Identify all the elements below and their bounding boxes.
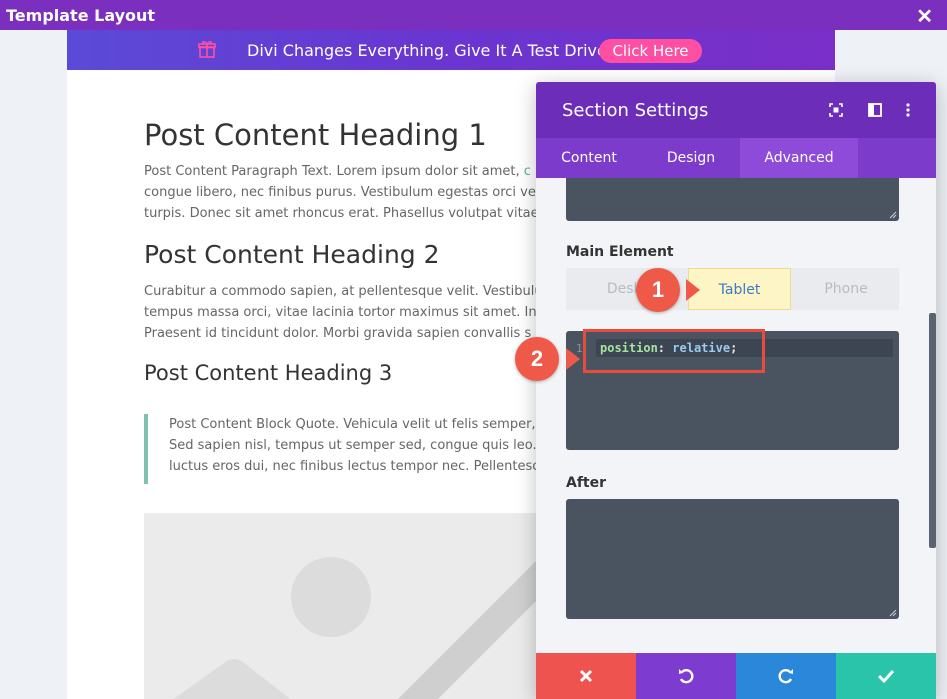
window-title-bar: Template Layout ✕ [0, 0, 947, 30]
cancel-button[interactable] [536, 653, 636, 699]
more-vertical-icon[interactable] [898, 100, 918, 120]
device-tab-tablet[interactable]: Tablet [688, 268, 791, 310]
fullscreen-icon[interactable] [826, 100, 846, 120]
close-icon[interactable]: ✕ [916, 4, 933, 29]
tab-advanced[interactable]: Advanced [740, 138, 858, 178]
device-tab-phone[interactable]: Phone [793, 268, 899, 310]
promo-text: Divi Changes Everything. Give It A Test … [247, 41, 614, 60]
quote-line: luctus eros dui, nec finibus lectus temp… [169, 459, 540, 474]
callout-badge-1: 1 [636, 268, 680, 312]
quote-text: Post Content Block Quote. Vehicula velit… [169, 414, 539, 477]
redo-icon [778, 669, 793, 684]
after-label: After [566, 475, 607, 491]
paragraph-link[interactable]: c [524, 164, 531, 179]
promo-cta-button[interactable]: Click Here [599, 39, 702, 63]
check-icon [877, 669, 895, 684]
post-heading-3: Post Content Heading 3 [144, 361, 393, 385]
quote-line: Post Content Block Quote. Vehicula velit… [169, 417, 536, 432]
close-icon [579, 669, 593, 683]
promo-bar: Divi Changes Everything. Give It A Test … [67, 30, 835, 70]
code-highlight-box [583, 329, 765, 373]
redo-button[interactable] [736, 653, 836, 699]
window-title: Template Layout [6, 5, 156, 25]
quote-line: Sed sapien nisl, tempus ut semper sed, c… [169, 438, 537, 453]
after-code-editor[interactable] [566, 499, 899, 619]
tab-content[interactable]: Content [536, 138, 642, 178]
panel-tabs: Content Design Advanced [536, 138, 936, 178]
main-element-label: Main Element [566, 244, 674, 260]
save-button[interactable] [836, 653, 936, 699]
undo-icon [679, 669, 694, 684]
post-paragraph-2: Curabitur a commodo sapien, at pellentes… [144, 281, 543, 344]
post-paragraph-1: Post Content Paragraph Text. Lorem ipsum… [144, 161, 539, 224]
callout-arrow [566, 348, 580, 370]
panel-title: Section Settings [562, 100, 709, 121]
scrollbar[interactable] [929, 313, 936, 548]
panel-footer [536, 653, 936, 699]
resize-handle-icon[interactable] [889, 211, 897, 219]
paragraph-line: congue libero, nec finibus purus. Vestib… [144, 185, 540, 200]
callout-arrow [686, 279, 700, 301]
paragraph-line: Curabitur a commodo sapien, at pellentes… [144, 284, 543, 299]
resize-handle-icon[interactable] [889, 609, 897, 617]
section-settings-panel: Section Settings Content Design Advanced… [536, 82, 936, 699]
paragraph-line: turpis. Donec sit amet rhoncus erat. Pha… [144, 206, 539, 221]
post-heading-2: Post Content Heading 2 [144, 240, 440, 269]
tab-design[interactable]: Design [642, 138, 740, 178]
post-heading-1: Post Content Heading 1 [144, 118, 487, 152]
device-tabs: Deskt Tablet Phone [566, 268, 899, 310]
callout-badge-2: 2 [515, 337, 559, 381]
panel-body: Main Element Deskt Tablet Phone 1 positi… [536, 178, 936, 653]
paragraph-line: Post Content Paragraph Text. Lorem ipsum… [144, 164, 520, 179]
undo-button[interactable] [636, 653, 736, 699]
gift-icon [198, 41, 216, 58]
panel-header: Section Settings [536, 82, 936, 138]
split-view-icon[interactable] [865, 100, 885, 120]
paragraph-line: tempus massa orci, vitae lacinia tortor … [144, 305, 537, 320]
before-code-editor[interactable] [566, 178, 899, 221]
paragraph-line: Praesent id tincidunt dolor. Morbi gravi… [144, 326, 532, 341]
